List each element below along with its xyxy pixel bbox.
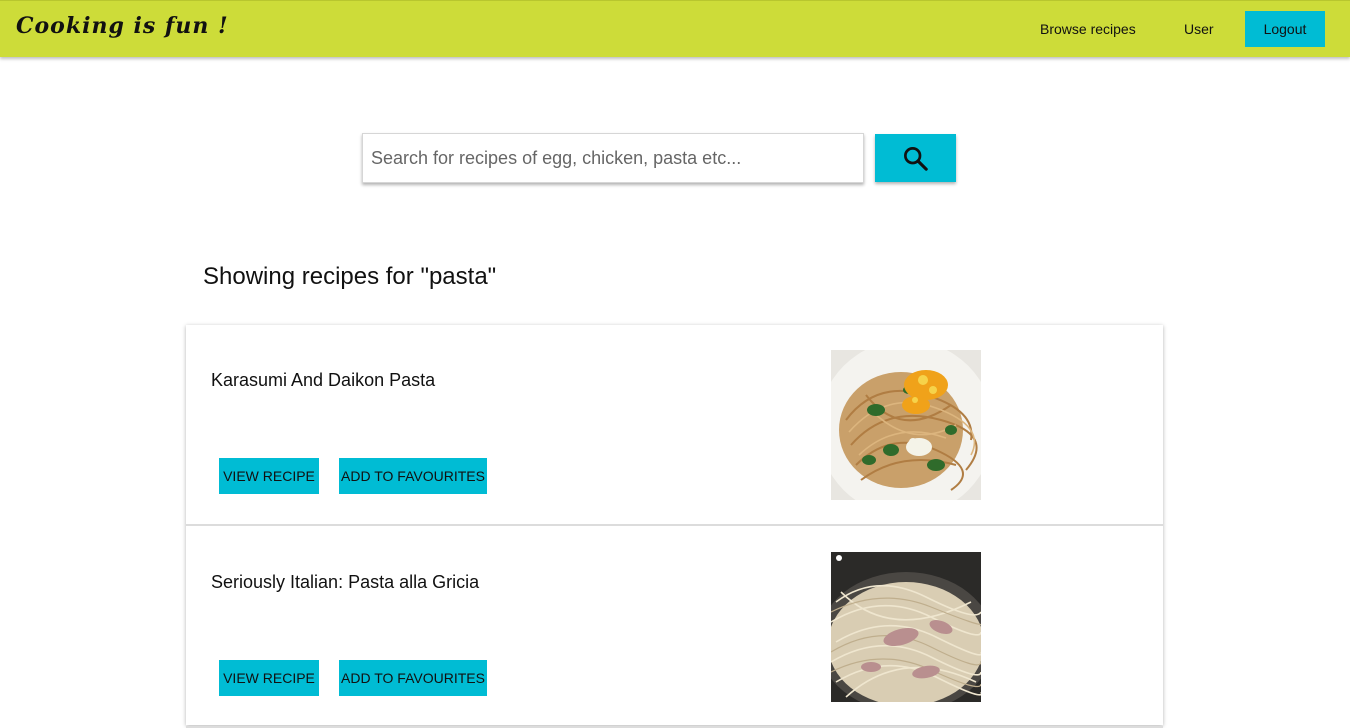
view-recipe-button[interactable]: VIEW RECIPE xyxy=(219,458,319,494)
recipe-image[interactable] xyxy=(831,350,981,500)
brand-logo[interactable]: Cooking is fun ! xyxy=(16,13,229,39)
add-to-favourites-button[interactable]: ADD TO FAVOURITES xyxy=(339,660,487,696)
search-icon xyxy=(904,147,928,171)
recipe-image[interactable] xyxy=(831,552,981,702)
top-navbar: Cooking is fun ! Browse recipes User Log… xyxy=(0,0,1350,57)
recipe-title: Karasumi And Daikon Pasta xyxy=(211,370,436,390)
results-heading: Showing recipes for "pasta" xyxy=(203,263,497,290)
recipe-card: Seriously Italian: Pasta alla Gricia VIE… xyxy=(186,527,1163,728)
search-button[interactable] xyxy=(875,134,956,182)
recipe-title: Seriously Italian: Pasta alla Gricia xyxy=(211,572,480,592)
nav-user[interactable]: User xyxy=(1184,21,1214,37)
nav-browse-recipes[interactable]: Browse recipes xyxy=(1040,21,1136,37)
search-input[interactable] xyxy=(362,133,864,183)
add-to-favourites-button[interactable]: ADD TO FAVOURITES xyxy=(339,458,487,494)
view-recipe-button[interactable]: VIEW RECIPE xyxy=(219,660,319,696)
logout-button[interactable]: Logout xyxy=(1245,11,1325,47)
recipe-card: Karasumi And Daikon Pasta VIEW RECIPE AD… xyxy=(186,325,1163,526)
result-list: Karasumi And Daikon Pasta VIEW RECIPE AD… xyxy=(186,325,1163,728)
